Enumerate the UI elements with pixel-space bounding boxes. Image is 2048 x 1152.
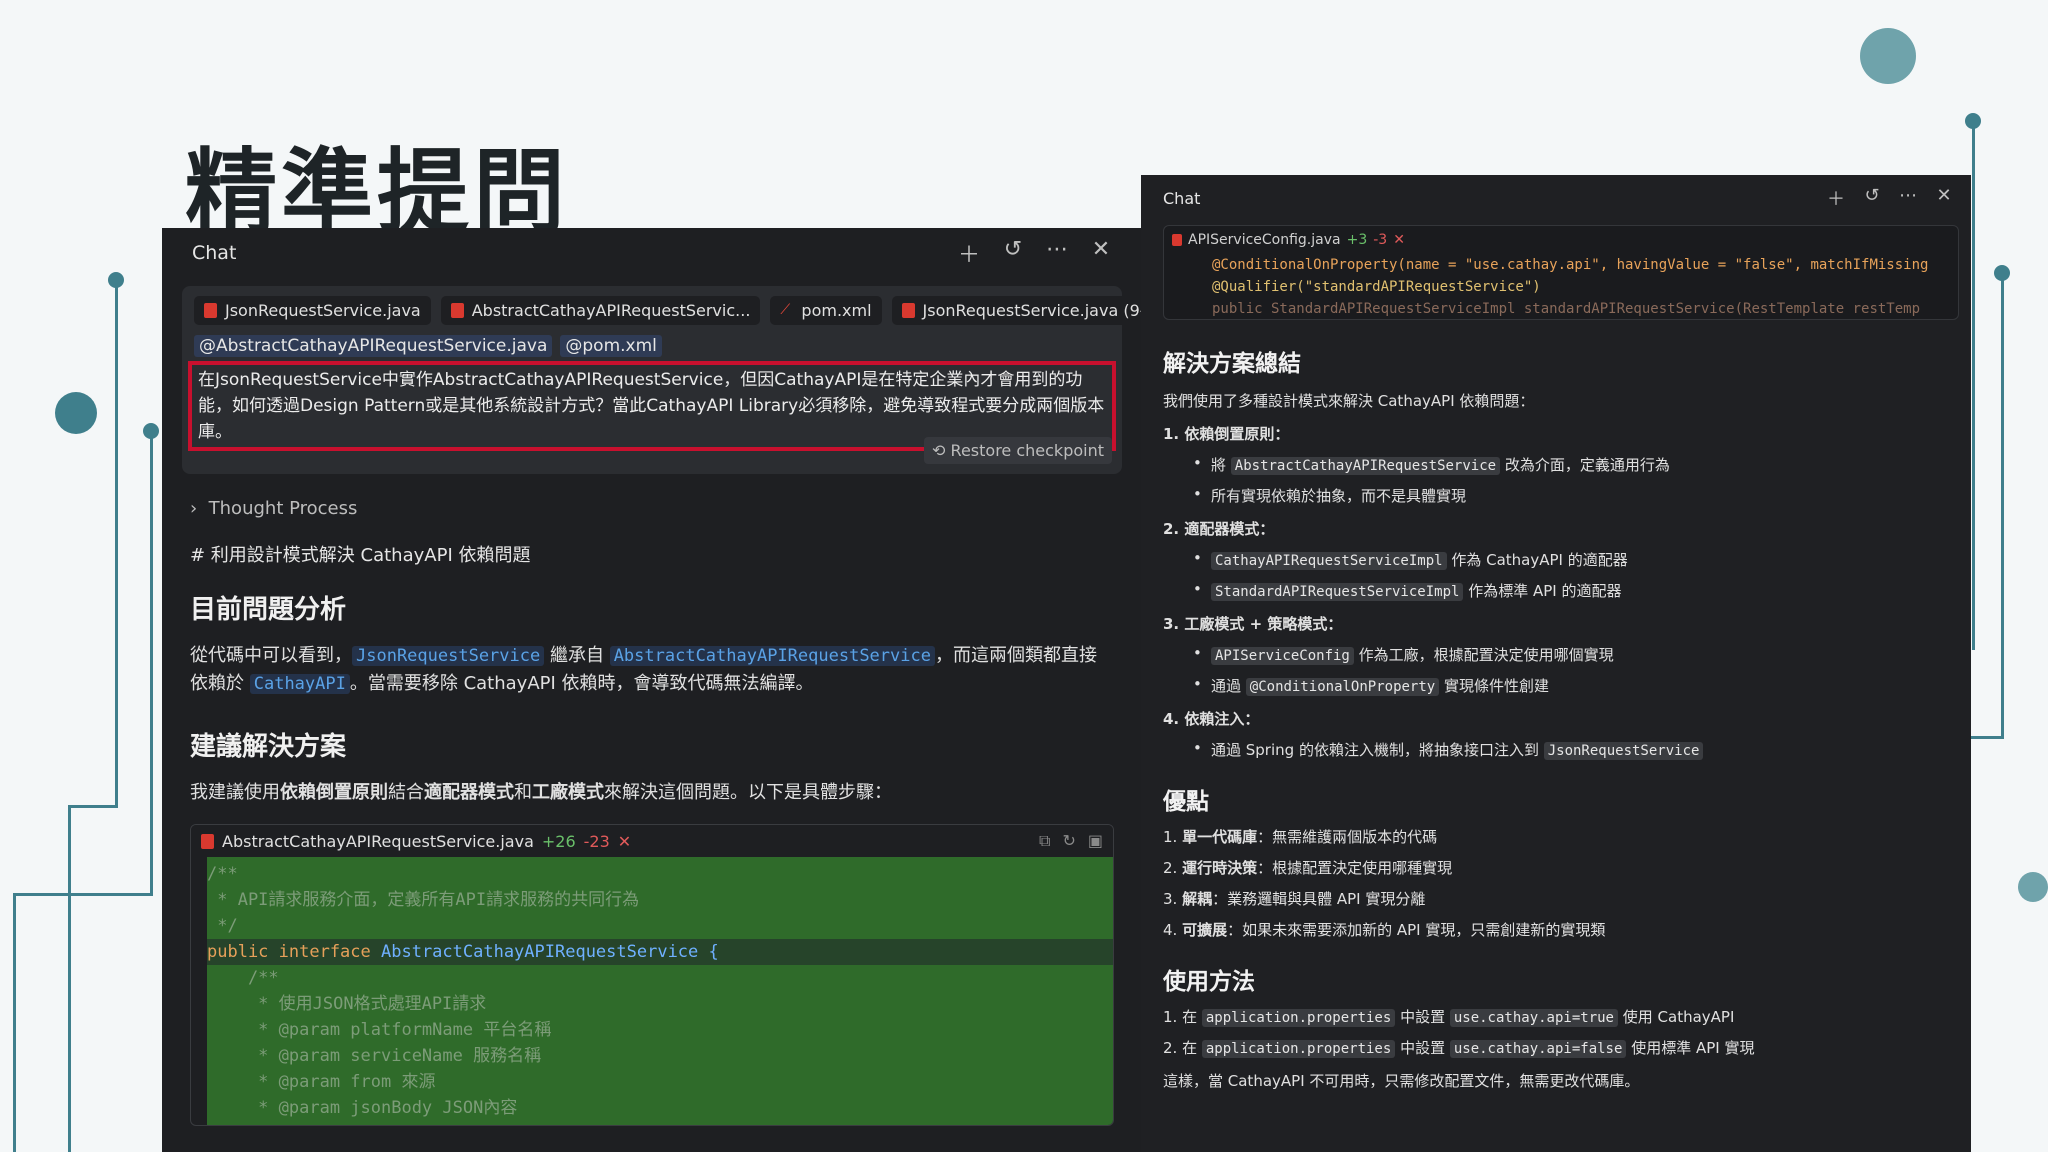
- list-item: 1. 單一代碼庫：無需維護兩個版本的代碼: [1163, 828, 1438, 846]
- close-icon[interactable]: ✕: [1933, 185, 1955, 211]
- copy-icon[interactable]: ⧉: [1039, 831, 1050, 851]
- deco-line: [68, 805, 71, 1152]
- list-item: CathayAPIRequestServiceImpl 作為 CathayAPI…: [1163, 549, 1949, 570]
- deco-line: [68, 805, 118, 808]
- deco-dot: [55, 392, 97, 434]
- mention-tag[interactable]: @AbstractCathayAPIRequestService.java: [194, 335, 553, 357]
- context-chip[interactable]: JsonRequestService.java (9-26): [891, 296, 1142, 325]
- response-heading-line: # 利用設計模式解決 CathayAPI 依賴問題: [190, 545, 531, 566]
- context-chip[interactable]: ⟋ pom.xml: [770, 296, 882, 325]
- section-heading: 優點: [1163, 789, 1209, 815]
- code-diff-block: AbstractCathayAPIRequestService.java +26…: [190, 824, 1114, 1126]
- code-diff-block: APIServiceConfig.java +3 -3 ✕ @ConditionalO…: [1163, 225, 1959, 320]
- chat-header: Chat ＋ ↺ ⋯ ✕: [162, 228, 1142, 278]
- close-icon[interactable]: ✕: [1090, 237, 1112, 269]
- history-icon[interactable]: ↺: [1861, 185, 1883, 211]
- list-item: 通過 Spring 的依賴注入機制，將抽象接口注入到 JsonRequestSe…: [1163, 739, 1949, 760]
- deco-line: [1970, 736, 2004, 739]
- context-chip[interactable]: AbstractCathayAPIRequestServic...: [440, 296, 761, 325]
- java-file-icon: [204, 303, 217, 318]
- closing-text: 這樣，當 CathayAPI 不可用時，只需修改配置文件，無需更改代碼庫。: [1163, 1072, 1640, 1090]
- list-item: APIServiceConfig 作為工廠，根據配置決定使用哪個實現: [1163, 644, 1949, 665]
- deco-dot: [2018, 872, 2048, 902]
- list-item: 通過 @ConditionalOnProperty 實現條件性創建: [1163, 675, 1949, 696]
- deco-line: [2001, 272, 2004, 738]
- chat-input-box[interactable]: JsonRequestService.java AbstractCathayAP…: [182, 286, 1142, 474]
- summary-intro: 我們使用了多種設計模式來解決 CathayAPI 依賴問題：: [1163, 392, 1535, 410]
- chat-header: Chat ＋ ↺ ⋯ ✕: [1141, 175, 1971, 221]
- section-heading: 目前問題分析: [190, 595, 347, 625]
- deco-line: [13, 893, 153, 896]
- restore-checkpoint-button[interactable]: ⟲ Restore checkpoint: [924, 437, 1112, 464]
- solution-paragraph: 我建議使用依賴倒置原則結合適配器模式和工廠模式來解決這個問題。以下是具體步驟：: [190, 782, 892, 803]
- more-icon[interactable]: ⋯: [1046, 237, 1068, 269]
- list-item: 4. 可擴展：如果未來需要添加新的 API 實現，只需創建新的實現類: [1163, 921, 1606, 939]
- deco-dot: [1860, 28, 1916, 84]
- list-item: 1. 依賴倒置原則：: [1163, 425, 1290, 443]
- list-item: 2. 在 application.properties 中設置 use.cath…: [1163, 1039, 1755, 1058]
- chat-title: Chat: [1163, 188, 1201, 208]
- plus-icon[interactable]: ＋: [1825, 185, 1847, 211]
- deco-line: [115, 280, 118, 805]
- deco-dot: [143, 423, 159, 439]
- xml-file-icon: ⟋: [780, 302, 791, 318]
- list-item: 3. 工廠模式 + 策略模式：: [1163, 615, 1343, 633]
- refresh-icon[interactable]: ↻: [1062, 831, 1075, 851]
- section-heading: 建議解決方案: [190, 732, 347, 762]
- remove-icon[interactable]: ✕: [618, 832, 631, 851]
- deco-line: [1972, 120, 1975, 650]
- section-heading: 解決方案總結: [1163, 351, 1301, 377]
- apply-icon[interactable]: ▣: [1088, 831, 1103, 851]
- list-item: 1. 在 application.properties 中設置 use.cath…: [1163, 1008, 1735, 1027]
- java-file-icon: [901, 303, 915, 318]
- java-file-icon: [1172, 234, 1182, 246]
- deco-line: [13, 893, 16, 1152]
- list-item: 2. 運行時決策：根據配置決定使用哪種實現: [1163, 859, 1453, 877]
- chat-title: Chat: [192, 242, 237, 264]
- code-content: /** * API請求服務介面，定義所有API請求服務的共同行為 */ publ…: [207, 857, 1113, 1125]
- left-chat-panel: Chat ＋ ↺ ⋯ ✕ JsonRequestService.java Abs…: [162, 228, 1142, 1152]
- history-icon[interactable]: ↺: [1002, 237, 1024, 269]
- plus-icon[interactable]: ＋: [958, 237, 980, 269]
- list-item: 將 AbstractCathayAPIRequestService 改為介面，定…: [1163, 454, 1949, 475]
- list-item: StandardAPIRequestServiceImpl 作為標準 API 的…: [1163, 580, 1949, 601]
- section-heading: 使用方法: [1163, 969, 1255, 995]
- list-item: 3. 解耦：業務邏輯與具體 API 實現分離: [1163, 890, 1426, 908]
- code-file-name: AbstractCathayAPIRequestService.java: [222, 831, 534, 851]
- remove-icon[interactable]: ✕: [1393, 232, 1405, 248]
- list-item: 4. 依賴注入：: [1163, 710, 1260, 728]
- context-chip[interactable]: JsonRequestService.java: [194, 296, 431, 325]
- mention-tag[interactable]: @pom.xml: [560, 335, 662, 357]
- list-item: 2. 適配器模式：: [1163, 520, 1275, 538]
- thought-process-toggle[interactable]: › Thought Process: [190, 498, 1114, 519]
- more-icon[interactable]: ⋯: [1897, 185, 1919, 211]
- list-item: 所有實現依賴於抽象，而不是具體實現: [1163, 485, 1949, 506]
- deco-dot: [108, 272, 124, 288]
- java-file-icon: [450, 303, 464, 318]
- right-chat-panel: Chat ＋ ↺ ⋯ ✕ APIServiceConfig.java +3 -3 ✕ …: [1141, 175, 1971, 1152]
- deco-dot: [1965, 113, 1981, 129]
- java-file-icon: [201, 833, 214, 849]
- deco-dot: [1994, 265, 2010, 281]
- analysis-paragraph: 從代碼中可以看到， JsonRequestService 繼承自 Abstract…: [190, 645, 1097, 694]
- deco-line: [150, 430, 153, 895]
